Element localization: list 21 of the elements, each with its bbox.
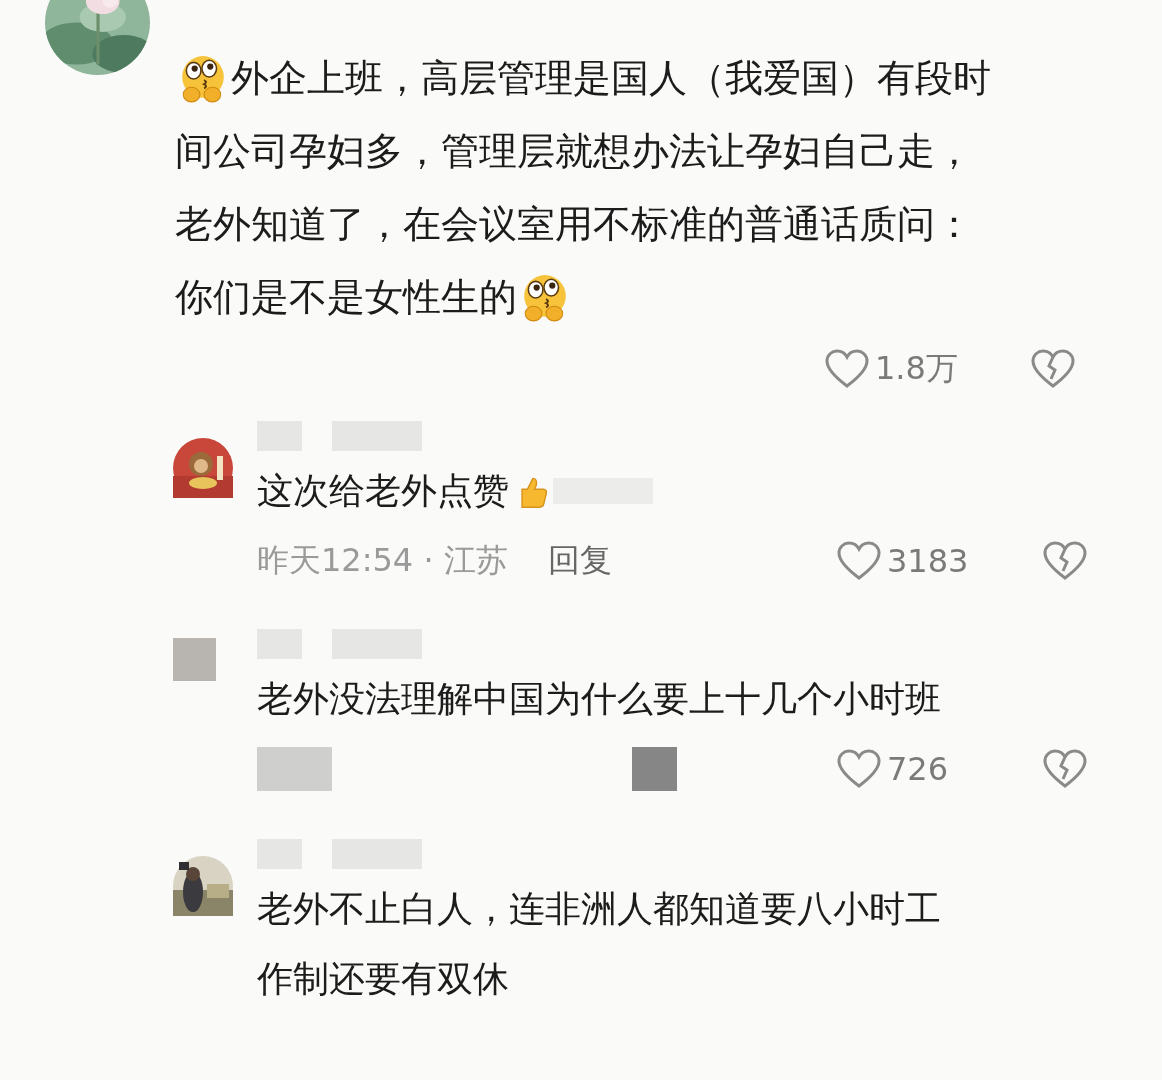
heart-icon[interactable] xyxy=(837,541,881,581)
heart-icon[interactable] xyxy=(825,349,869,389)
comment-text: 这次给老外点赞 xyxy=(257,468,509,513)
comment-text: 外企上班，高层管理是国人（我爱国）有段时 xyxy=(231,55,991,102)
broken-heart-icon[interactable] xyxy=(1043,541,1087,581)
comment-text: 老外不止白人，连非洲人都知道要八小时工 xyxy=(257,886,941,931)
like-count: 726 xyxy=(887,750,950,788)
heart-icon[interactable] xyxy=(837,749,881,789)
comment-text: 作制还要有双休 xyxy=(257,956,509,1001)
comment-text: 间公司孕妇多，管理层就想办法让孕妇自己走， xyxy=(175,128,973,175)
comment-time-location: 昨天12:54 · 江苏 xyxy=(257,540,508,581)
comment-text: 老外没法理解中国为什么要上十几个小时班 xyxy=(257,676,941,721)
like-count: 3183 xyxy=(887,542,970,580)
comment-text: 你们是不是女性生的 xyxy=(175,274,517,321)
like-count: 1.8万 xyxy=(875,348,959,389)
avatar-placeholder xyxy=(173,638,216,681)
broken-heart-icon[interactable] xyxy=(1031,349,1075,389)
blur-patch xyxy=(632,747,677,791)
reply-link[interactable]: 回复 xyxy=(547,539,612,583)
comment-text: 老外知道了，在会议室用不标准的普通话质问： xyxy=(175,201,973,248)
broken-heart-icon[interactable] xyxy=(1043,749,1087,789)
